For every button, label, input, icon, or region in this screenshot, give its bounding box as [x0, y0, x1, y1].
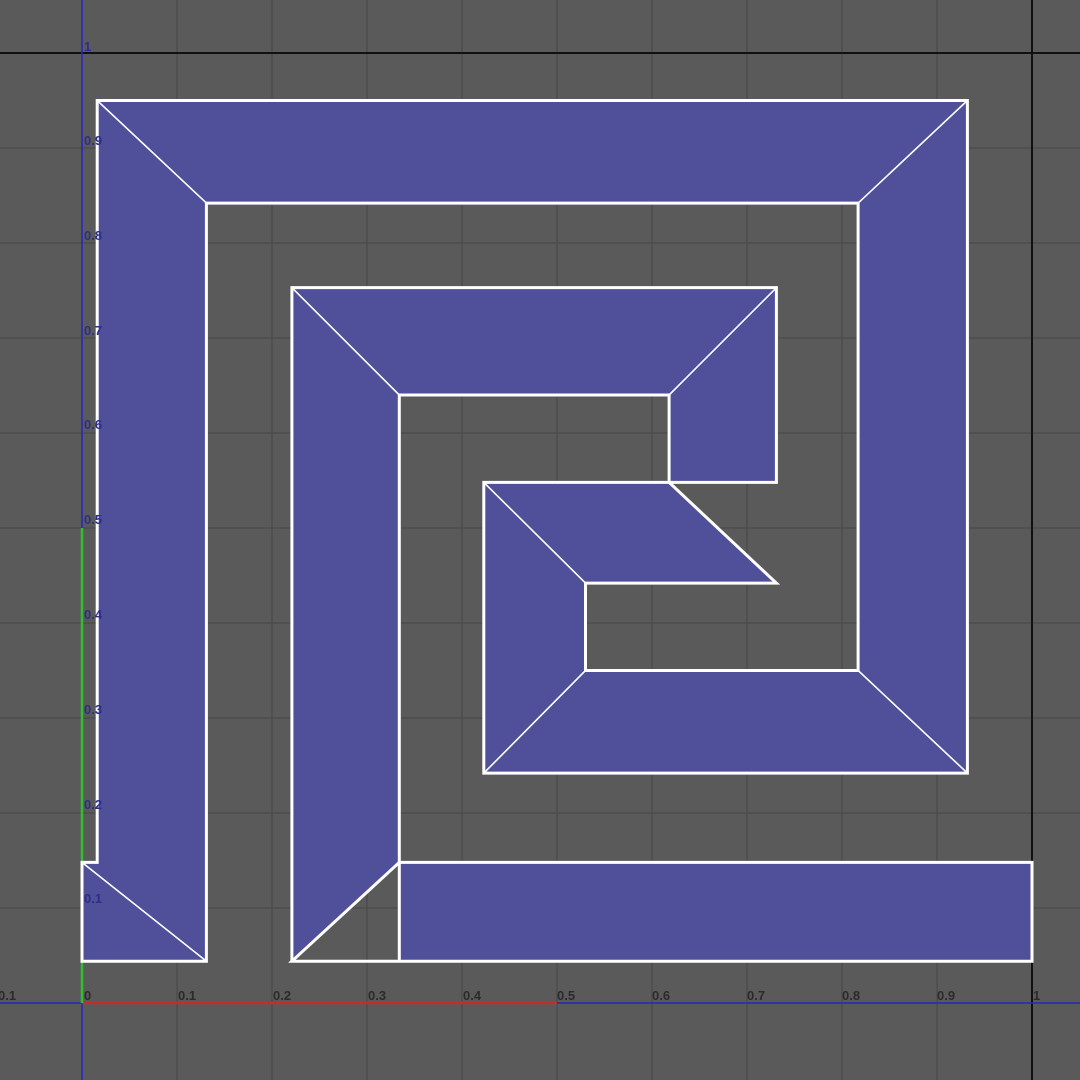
u-tick-label: 0.8 — [842, 988, 860, 1003]
v-tick-label: 0.4 — [84, 607, 103, 622]
v-tick-label: 0.1 — [84, 891, 102, 906]
v-tick-label: 0.2 — [84, 797, 102, 812]
uv-editor-viewport[interactable]: 0.1 0 0.1 0.2 0.3 0.4 0.5 0.6 0.7 0.8 0.… — [0, 0, 1080, 1080]
v-tick-label: 0.7 — [84, 323, 102, 338]
u-tick-label: 0.3 — [368, 988, 386, 1003]
u-tick-label: 0.4 — [463, 988, 482, 1003]
u-tick-label: 0.9 — [937, 988, 955, 1003]
v-tick-label: 0.6 — [84, 417, 102, 432]
v-tick-label: 0.8 — [84, 228, 102, 243]
u-tick-label: 0.5 — [557, 988, 575, 1003]
u-tick-label: 0.1 — [0, 988, 16, 1003]
u-tick-label: 0.2 — [273, 988, 291, 1003]
u-tick-label: 0.7 — [747, 988, 765, 1003]
u-tick-label: 0.1 — [178, 988, 196, 1003]
v-tick-label: 1 — [84, 39, 91, 54]
u-tick-label: 0 — [84, 988, 91, 1003]
v-tick-label: 0.3 — [84, 702, 102, 717]
u-tick-label: 0.6 — [652, 988, 670, 1003]
v-tick-label: 0.9 — [84, 133, 102, 148]
u-tick-label: 1 — [1033, 988, 1040, 1003]
uv-editor-canvas[interactable]: 0.1 0 0.1 0.2 0.3 0.4 0.5 0.6 0.7 0.8 0.… — [0, 0, 1080, 1080]
v-tick-label: 0.5 — [84, 512, 102, 527]
